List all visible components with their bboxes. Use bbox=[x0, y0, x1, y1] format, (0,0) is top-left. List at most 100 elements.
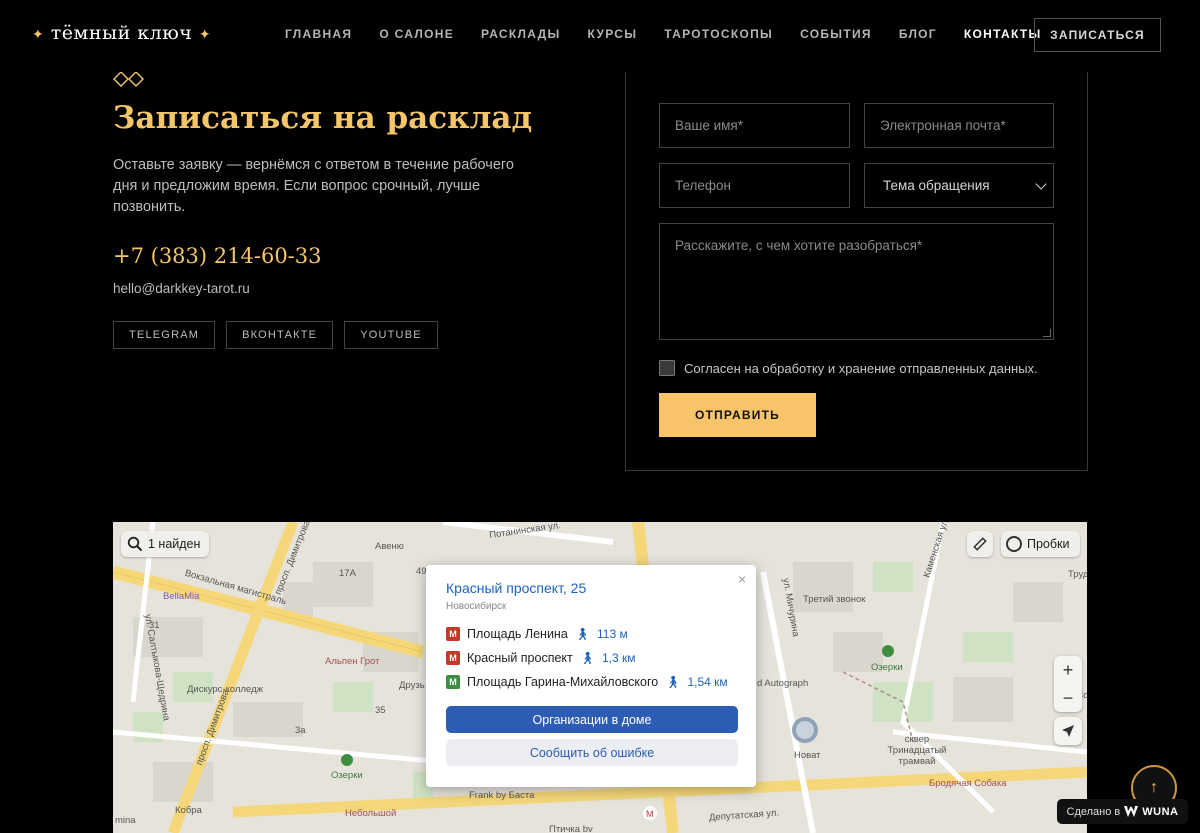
message-placeholder: Расскажите, с чем хотите разобраться* bbox=[675, 238, 923, 253]
site-header: ✦ тёмный ключ ✦ ГЛАВНАЯ О САЛОНЕ РАСКЛАД… bbox=[0, 0, 1200, 72]
place-label: Авеню bbox=[375, 541, 404, 552]
walking-icon: 🚶︎ bbox=[579, 651, 595, 665]
search-icon bbox=[127, 536, 143, 552]
metro-distance: 1,54 км bbox=[687, 675, 728, 689]
name-field[interactable]: Ваше имя* bbox=[659, 103, 850, 148]
telegram-button[interactable]: TELEGRAM bbox=[113, 321, 216, 349]
diamonds-ornament-icon bbox=[113, 71, 144, 87]
balloon-address[interactable]: Красный проспект, 25 bbox=[446, 580, 586, 596]
house-number: 31 bbox=[149, 620, 160, 631]
metro-name: Красный проспект bbox=[467, 651, 573, 665]
social-links: TELEGRAM ВКОНТАКТЕ YOUTUBE bbox=[113, 321, 438, 349]
place-label: Кобра bbox=[175, 805, 202, 816]
balloon-city: Новосибирск bbox=[446, 601, 507, 612]
topic-select[interactable]: Тема обращения bbox=[864, 163, 1054, 208]
metro-icon: М bbox=[446, 651, 460, 665]
place-label: BellaMia bbox=[163, 591, 200, 602]
star-icon: ✦ bbox=[32, 27, 45, 43]
place-label: Труд bbox=[1068, 569, 1087, 580]
nav-blog[interactable]: БЛОГ bbox=[899, 27, 937, 41]
close-icon[interactable]: × bbox=[738, 571, 746, 587]
vkontakte-button[interactable]: ВКОНТАКТЕ bbox=[226, 321, 334, 349]
nav-events[interactable]: СОБЫТИЯ bbox=[800, 27, 872, 41]
place-label: Озерки bbox=[871, 662, 903, 673]
place-label: Небольшой bbox=[345, 808, 397, 819]
found-label: 1 найден bbox=[148, 537, 201, 551]
place-label: Третий звонок bbox=[803, 594, 866, 605]
ruler-icon bbox=[973, 537, 987, 551]
metro-name: Площадь Ленина bbox=[467, 627, 568, 641]
location-arrow-icon bbox=[1062, 725, 1074, 737]
metro-item: М Красный проспект 🚶︎ 1,3 км bbox=[446, 651, 636, 665]
email-field[interactable]: Электронная почта* bbox=[864, 103, 1054, 148]
email-link[interactable]: hello@darkkey-tarot.ru bbox=[113, 281, 250, 296]
consent-row[interactable]: Согласен на обработку и хранение отправл… bbox=[659, 360, 1038, 376]
star-icon: ✦ bbox=[198, 27, 212, 43]
zoom-control: + − bbox=[1054, 656, 1082, 712]
logo-text: тёмный ключ bbox=[50, 22, 193, 44]
zoom-out-button[interactable]: − bbox=[1054, 684, 1082, 712]
place-label: Озерки bbox=[331, 770, 363, 781]
address-balloon: Красный проспект, 25 Новосибирск × М Пло… bbox=[426, 565, 756, 787]
report-error-button[interactable]: Сообщить об ошибке bbox=[446, 739, 738, 766]
house-number: 17А bbox=[339, 568, 356, 579]
made-by-prefix: Сделано в bbox=[1066, 805, 1121, 818]
chevron-down-icon bbox=[1035, 178, 1047, 190]
place-label: Друзь bbox=[399, 680, 425, 691]
ruler-button[interactable] bbox=[967, 531, 993, 557]
consent-label: Согласен на обработку и хранение отправл… bbox=[684, 360, 1038, 376]
metro-item: М Площадь Гарина-Михайловского 🚶︎ 1,54 к… bbox=[446, 675, 728, 689]
place-label: Frank by Баста bbox=[469, 790, 535, 801]
nav-spreads[interactable]: РАСКЛАДЫ bbox=[481, 27, 561, 41]
house-number: 3а bbox=[295, 725, 306, 736]
traffic-icon bbox=[1006, 536, 1022, 552]
metro-distance: 113 м bbox=[597, 627, 628, 641]
consent-checkbox[interactable] bbox=[659, 360, 675, 376]
phone-link[interactable]: +7 (383) 214-60-33 bbox=[113, 244, 322, 268]
house-number: 49 bbox=[416, 566, 427, 577]
organizations-button[interactable]: Организации в доме bbox=[446, 706, 738, 733]
zoom-in-button[interactable]: + bbox=[1054, 656, 1082, 684]
geolocation-button[interactable] bbox=[1054, 717, 1082, 745]
place-label: Бродячая Собака bbox=[929, 778, 1007, 789]
map[interactable]: М Потанинская ул. Авеню Вокзальная магис… bbox=[113, 522, 1087, 833]
site-logo[interactable]: ✦ тёмный ключ ✦ bbox=[32, 22, 211, 44]
main-nav: ГЛАВНАЯ О САЛОНЕ РАСКЛАДЫ КУРСЫ ТАРОТОСК… bbox=[285, 27, 1069, 41]
book-button[interactable]: ЗАПИСАТЬСЯ bbox=[1034, 18, 1161, 52]
nav-about[interactable]: О САЛОНЕ bbox=[379, 27, 454, 41]
submit-button[interactable]: ОТПРАВИТЬ bbox=[659, 393, 816, 437]
metro-icon: М bbox=[446, 627, 460, 641]
house-number: 35 bbox=[375, 705, 386, 716]
traffic-label: Пробки bbox=[1027, 537, 1070, 551]
nav-home[interactable]: ГЛАВНАЯ bbox=[285, 27, 352, 41]
metro-item: М Площадь Ленина 🚶︎ 113 м bbox=[446, 627, 628, 641]
place-label: сквер Тринадцатый трамвай bbox=[887, 734, 947, 767]
made-by-brand: WUNA bbox=[1142, 805, 1179, 818]
svg-text:М: М bbox=[646, 809, 654, 819]
walking-icon: 🚶︎ bbox=[574, 627, 591, 641]
topic-select-value: Тема обращения bbox=[883, 178, 990, 193]
nav-contacts[interactable]: КОНТАКТЫ bbox=[964, 27, 1042, 41]
place-label: Новат bbox=[794, 750, 821, 761]
wuna-logo-icon bbox=[1124, 806, 1139, 817]
place-label: mina bbox=[115, 815, 136, 826]
youtube-button[interactable]: YOUTUBE bbox=[344, 321, 438, 349]
made-by-badge[interactable]: Сделано в WUNA bbox=[1057, 799, 1188, 824]
metro-name: Площадь Гарина-Михайловского bbox=[467, 675, 659, 689]
place-label: Птичка bv bbox=[549, 824, 593, 833]
message-textarea[interactable]: Расскажите, с чем хотите разобраться* bbox=[659, 223, 1054, 340]
resize-handle-icon[interactable] bbox=[1043, 329, 1051, 337]
place-label: Альпен Грот bbox=[325, 656, 380, 667]
nav-tarotoscopes[interactable]: ТАРОТОСКОПЫ bbox=[664, 27, 773, 41]
place-label: Дискурс-колледж bbox=[187, 684, 263, 695]
page-title: Записаться на расклад bbox=[113, 100, 533, 136]
place-label: d Autograph bbox=[757, 678, 809, 689]
phone-field[interactable]: Телефон bbox=[659, 163, 850, 208]
metro-icon: М bbox=[446, 675, 460, 689]
lead-text: Оставьте заявку — вернёмся с ответом в т… bbox=[113, 157, 514, 215]
metro-distance: 1,3 км bbox=[602, 651, 636, 665]
search-results-button[interactable]: 1 найден bbox=[121, 531, 210, 557]
traffic-button[interactable]: Пробки bbox=[1001, 531, 1080, 557]
walking-icon: 🚶︎ bbox=[665, 675, 681, 689]
nav-courses[interactable]: КУРСЫ bbox=[588, 27, 638, 41]
